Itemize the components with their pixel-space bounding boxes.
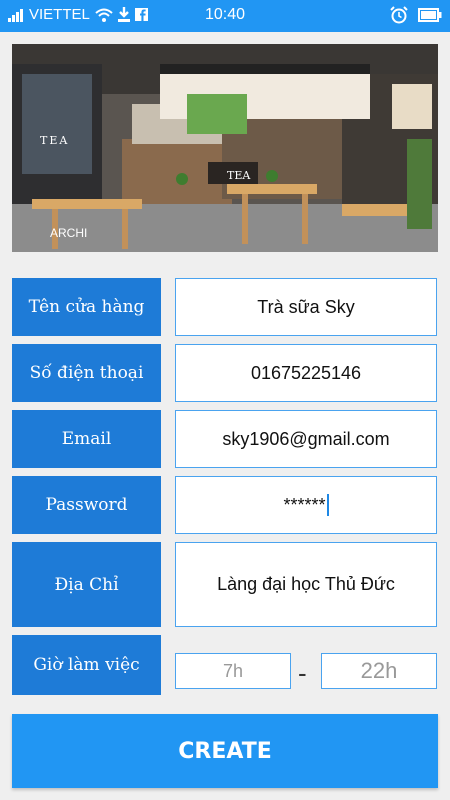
phone-input[interactable]: 01675225146 (175, 344, 437, 402)
store-name-input[interactable]: Trà sữa Sky (175, 278, 437, 336)
open-hour-input[interactable]: 7h (175, 653, 291, 689)
store-photo: TEA TEA ARCHI (12, 44, 438, 252)
open-hour-value: 7h (222, 660, 244, 681)
password-input[interactable]: ****** (175, 476, 437, 534)
photo-watermark: ARCHI (50, 226, 88, 240)
close-hour-value: 22h (360, 658, 398, 683)
email-input[interactable]: sky1906@gmail.com (175, 410, 437, 468)
password-value: ****** (283, 494, 326, 515)
password-label: Password (12, 476, 161, 534)
text-cursor (326, 494, 329, 516)
clock: 10:40 (204, 6, 246, 23)
create-button[interactable]: CREATE (12, 714, 438, 788)
sign-counter: TEA (227, 169, 251, 182)
hours-separator: - (298, 658, 307, 688)
close-hour-input[interactable]: 22h (321, 653, 437, 689)
status-right (390, 6, 442, 24)
phone-label: Số điện thoại (12, 344, 161, 402)
email-label: Email (12, 410, 161, 468)
address-input[interactable]: Làng đại học Thủ Đức (175, 542, 437, 627)
battery-icon (418, 8, 442, 22)
address-label: Địa Chỉ (12, 542, 161, 627)
sign-left: TEA (40, 134, 70, 147)
store-name-label: Tên cửa hàng (12, 278, 161, 336)
store-name-value: Trà sữa Sky (257, 296, 355, 317)
status-bar: VIETTEL 10:40 (0, 0, 450, 32)
email-value: sky1906@gmail.com (222, 428, 390, 449)
address-value: Làng đại học Thủ Đức (217, 574, 395, 594)
alarm-icon (390, 6, 408, 24)
phone-value: 01675225146 (250, 362, 362, 383)
hours-label: Giờ làm việc (12, 635, 161, 695)
